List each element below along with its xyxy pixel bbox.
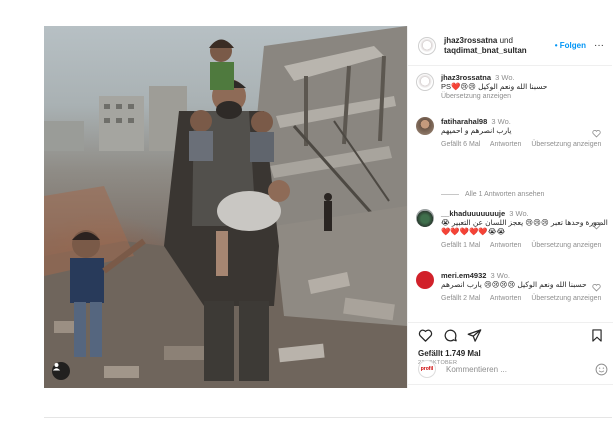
view-replies-label: Alle 1 Antworten ansehen xyxy=(465,191,545,198)
comment-time: 3 Wo. xyxy=(495,73,515,82)
like-count: Gefällt 6 Mal xyxy=(441,141,481,148)
translation-link[interactable]: Übersetzung anzeigen xyxy=(531,242,601,249)
comment-time: 3 Wo. xyxy=(490,271,510,280)
comment-time: 3 Wo. xyxy=(491,117,511,126)
commenter-avatar[interactable] xyxy=(416,73,434,91)
likes-count[interactable]: Gefällt 1.749 Mal xyxy=(418,349,481,358)
view-replies-link[interactable]: Alle 1 Antworten ansehen xyxy=(441,191,544,198)
emoji-icon[interactable] xyxy=(595,363,608,376)
comment-username[interactable]: jhaz3rossatna xyxy=(441,73,491,82)
comment-username[interactable]: __khaduuuuuuuje xyxy=(441,209,505,218)
action-bar xyxy=(418,328,605,344)
post-header: jhaz3rossatna und taqdimat_bnat_sultan •… xyxy=(408,26,612,66)
comment-text: يارب انصرهم و احميهم xyxy=(441,126,512,135)
commenter-avatar[interactable] xyxy=(416,271,434,289)
author-avatar[interactable] xyxy=(418,36,436,55)
comment-time: 3 Wo. xyxy=(509,209,529,218)
comment-item: meri.em4932 3 Wo. حسبنا الله ونعم الوكيل… xyxy=(416,271,613,303)
reply-button[interactable]: Antworten xyxy=(490,242,522,249)
comment-item: jhaz3rossatna 3 Wo. حسبنا الله ونعم الوك… xyxy=(416,73,613,101)
comment-text: الصورة وحدها تعبر 😢😢😢 يعجز اللسان عن الت… xyxy=(441,218,608,236)
post-photo[interactable] xyxy=(44,26,407,388)
current-user-avatar[interactable]: profil xyxy=(418,360,436,378)
comment-like-icon[interactable] xyxy=(592,221,601,230)
user-tag-icon[interactable] xyxy=(52,362,70,380)
composer-divider xyxy=(408,384,613,385)
comment-item: __khaduuuuuuuje 3 Wo. الصورة وحدها تعبر … xyxy=(416,209,613,250)
comment-text: حسبنا الله ونعم الوكيل 😢😢😢😢 يارب انصرهم xyxy=(441,280,587,289)
comment-text: حسبنا الله ونعم الوكيل 😢😢❤️PS xyxy=(441,82,548,91)
photo-illustration xyxy=(44,26,407,388)
reply-button[interactable]: Antworten xyxy=(490,141,522,148)
author-names: jhaz3rossatna und taqdimat_bnat_sultan xyxy=(444,36,555,56)
instagram-post: jhaz3rossatna und taqdimat_bnat_sultan •… xyxy=(44,26,613,388)
commenter-avatar[interactable] xyxy=(416,209,434,227)
comment-username[interactable]: fatiharahal98 xyxy=(441,117,487,126)
post-side-panel: jhaz3rossatna und taqdimat_bnat_sultan •… xyxy=(407,26,613,388)
comment-item: fatiharahal98 3 Wo. يارب انصرهم و احميهم… xyxy=(416,117,613,149)
translation-link[interactable]: Übersetzung anzeigen xyxy=(531,295,601,302)
translation-link[interactable]: Übersetzung anzeigen xyxy=(531,141,601,148)
author-link-1[interactable]: jhaz3rossatna xyxy=(444,36,497,45)
page-divider xyxy=(44,417,612,418)
like-count: Gefällt 1 Mal xyxy=(441,242,481,249)
actions-divider xyxy=(408,322,613,323)
follow-button[interactable]: • Folgen xyxy=(555,41,586,50)
comment-input[interactable]: Kommentieren ... xyxy=(446,365,595,374)
author-connector: und xyxy=(499,35,513,45)
comment-icon[interactable] xyxy=(443,328,458,343)
comment-username[interactable]: meri.em4932 xyxy=(441,271,486,280)
more-options-icon[interactable]: ··· xyxy=(594,40,604,51)
save-icon[interactable] xyxy=(590,328,604,343)
like-count: Gefällt 2 Mal xyxy=(441,295,481,302)
share-icon[interactable] xyxy=(467,328,482,343)
commenter-avatar[interactable] xyxy=(416,117,434,135)
comment-composer: profil Kommentieren ... xyxy=(418,358,608,380)
replies-line xyxy=(441,194,459,195)
author-link-2[interactable]: taqdimat_bnat_sultan xyxy=(444,46,527,55)
comment-like-icon[interactable] xyxy=(592,129,601,138)
like-icon[interactable] xyxy=(418,328,433,343)
comment-like-icon[interactable] xyxy=(592,283,601,292)
translation-link[interactable]: Übersetzung anzeigen xyxy=(441,93,511,100)
comments-list: jhaz3rossatna 3 Wo. حسبنا الله ونعم الوك… xyxy=(408,67,613,322)
reply-button[interactable]: Antworten xyxy=(490,295,522,302)
